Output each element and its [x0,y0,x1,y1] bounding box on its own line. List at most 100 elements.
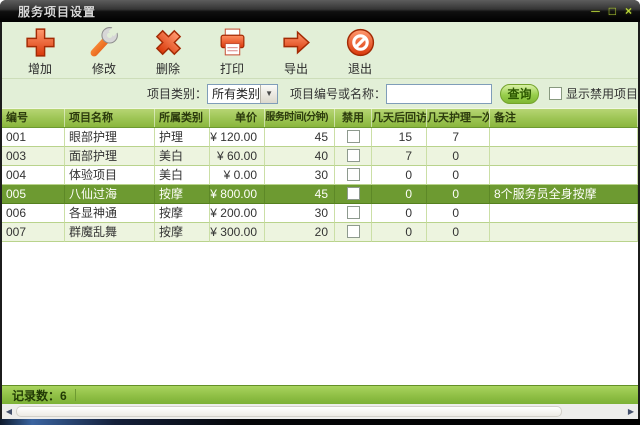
cell: 八仙过海 [65,185,155,204]
cell: 0 [372,185,427,204]
cell: ¥ 800.00 [210,185,265,204]
keyword-input[interactable] [386,84,492,104]
export-arrow-icon [280,26,313,59]
window-controls: ─ □ × [591,4,632,18]
cell: 0 [372,166,427,185]
disabled-checkbox[interactable] [347,130,360,143]
close-button[interactable]: × [625,4,632,18]
cell: 007 [2,223,65,242]
disabled-checkbox[interactable] [347,168,360,181]
column-header-5[interactable]: 禁用 [335,109,372,127]
cell: 体验项目 [65,166,155,185]
horizontal-scrollbar[interactable]: ◀ ▶ [2,404,638,419]
category-label: 项目类别： [147,85,207,102]
scrollbar-thumb[interactable] [16,406,562,417]
column-header-6[interactable]: 几天后回访 [372,109,427,127]
delete-x-icon [152,26,185,59]
scroll-right-arrow-icon[interactable]: ▶ [624,404,638,419]
cell: 0 [427,147,490,166]
cell: ¥ 300.00 [210,223,265,242]
column-header-2[interactable]: 所属类别 [155,109,210,127]
disabled-checkbox-cell [335,166,372,185]
table-row-006[interactable]: 006各显神通按摩¥ 200.003000 [2,204,638,223]
table-row-005[interactable]: 005八仙过海按摩¥ 800.0045008个服务员全身按摩 [2,185,638,204]
keyword-label: 项目编号或名称： [290,85,386,102]
toolbar-button-label: 增加 [28,60,52,77]
toolbar-button-label: 删除 [156,60,180,77]
disabled-checkbox-cell [335,147,372,166]
modify-button[interactable]: 修改 [76,25,132,77]
cell: 45 [265,128,335,147]
table-header: 编号项目名称所属类别单价服务时间(分钟)禁用几天后回访几天护理一次备注 [2,108,638,128]
category-select[interactable]: 所有类别 ▼ [207,84,278,104]
column-header-3[interactable]: 单价 [210,109,265,127]
column-header-8[interactable]: 备注 [490,109,638,127]
table-row-003[interactable]: 003面部护理美白¥ 60.004070 [2,147,638,166]
plus-icon [24,26,57,59]
cell: ¥ 0.00 [210,166,265,185]
maximize-button[interactable]: □ [609,4,616,18]
filter-bar: 项目类别： 所有类别 ▼ 项目编号或名称： 查询 显示禁用项目 [2,79,638,108]
window-title: 服务项目设置 [18,3,96,20]
printer-icon [216,26,249,59]
minimize-button[interactable]: ─ [591,4,600,18]
cell: 30 [265,204,335,223]
toolbar-button-label: 导出 [284,60,308,77]
disabled-checkbox-cell [335,223,372,242]
window-bottom-frame [0,419,640,425]
cell: 45 [265,185,335,204]
cell: 7 [372,147,427,166]
category-selected-value: 所有类别 [208,85,260,102]
disabled-checkbox[interactable] [347,187,360,200]
chevron-down-icon[interactable]: ▼ [260,85,277,103]
delete-button[interactable]: 删除 [140,25,196,77]
toolbar-button-label: 修改 [92,60,116,77]
cell: 按摩 [155,204,210,223]
cell: 眼部护理 [65,128,155,147]
cell: 8个服务员全身按摩 [490,185,638,204]
cell: ¥ 120.00 [210,128,265,147]
record-count: 记录数：6 [12,387,67,404]
column-header-4[interactable]: 服务时间(分钟) [265,109,335,127]
column-header-7[interactable]: 几天护理一次 [427,109,490,127]
cell: ¥ 200.00 [210,204,265,223]
search-button[interactable]: 查询 [500,84,539,104]
exit-button[interactable]: 退出 [332,25,388,77]
show-disabled-checkbox[interactable] [549,87,562,100]
cell: 003 [2,147,65,166]
cell: 群魔乱舞 [65,223,155,242]
app-window: 服务项目设置 ─ □ × 增加 [0,0,640,425]
cell [490,223,638,242]
title-bar[interactable]: 服务项目设置 ─ □ × [0,0,640,22]
scroll-left-arrow-icon[interactable]: ◀ [2,404,16,419]
exit-icon [344,26,377,59]
cell: 按摩 [155,185,210,204]
cell: 40 [265,147,335,166]
cell: 005 [2,185,65,204]
table-row-001[interactable]: 001眼部护理护理¥ 120.0045157 [2,128,638,147]
export-button[interactable]: 导出 [268,25,324,77]
toolbar-button-label: 退出 [348,60,372,77]
cell: 30 [265,166,335,185]
cell [490,166,638,185]
table-row-004[interactable]: 004体验项目美白¥ 0.003000 [2,166,638,185]
cell: 20 [265,223,335,242]
status-separator [75,389,76,401]
add-button[interactable]: 增加 [12,25,68,77]
cell: 按摩 [155,223,210,242]
cell: 0 [427,204,490,223]
cell: 各显神通 [65,204,155,223]
disabled-checkbox[interactable] [347,225,360,238]
cell: 面部护理 [65,147,155,166]
column-header-0[interactable]: 编号 [2,109,65,127]
print-button[interactable]: 打印 [204,25,260,77]
disabled-checkbox[interactable] [347,206,360,219]
cell: 0 [372,204,427,223]
table-row-007[interactable]: 007群魔乱舞按摩¥ 300.002000 [2,223,638,242]
cell: 0 [427,166,490,185]
disabled-checkbox[interactable] [347,149,360,162]
column-header-1[interactable]: 项目名称 [65,109,155,127]
toolbar: 增加 修改 [2,22,638,79]
cell: ¥ 60.00 [210,147,265,166]
table-body: 001眼部护理护理¥ 120.0045157003面部护理美白¥ 60.0040… [2,128,638,385]
